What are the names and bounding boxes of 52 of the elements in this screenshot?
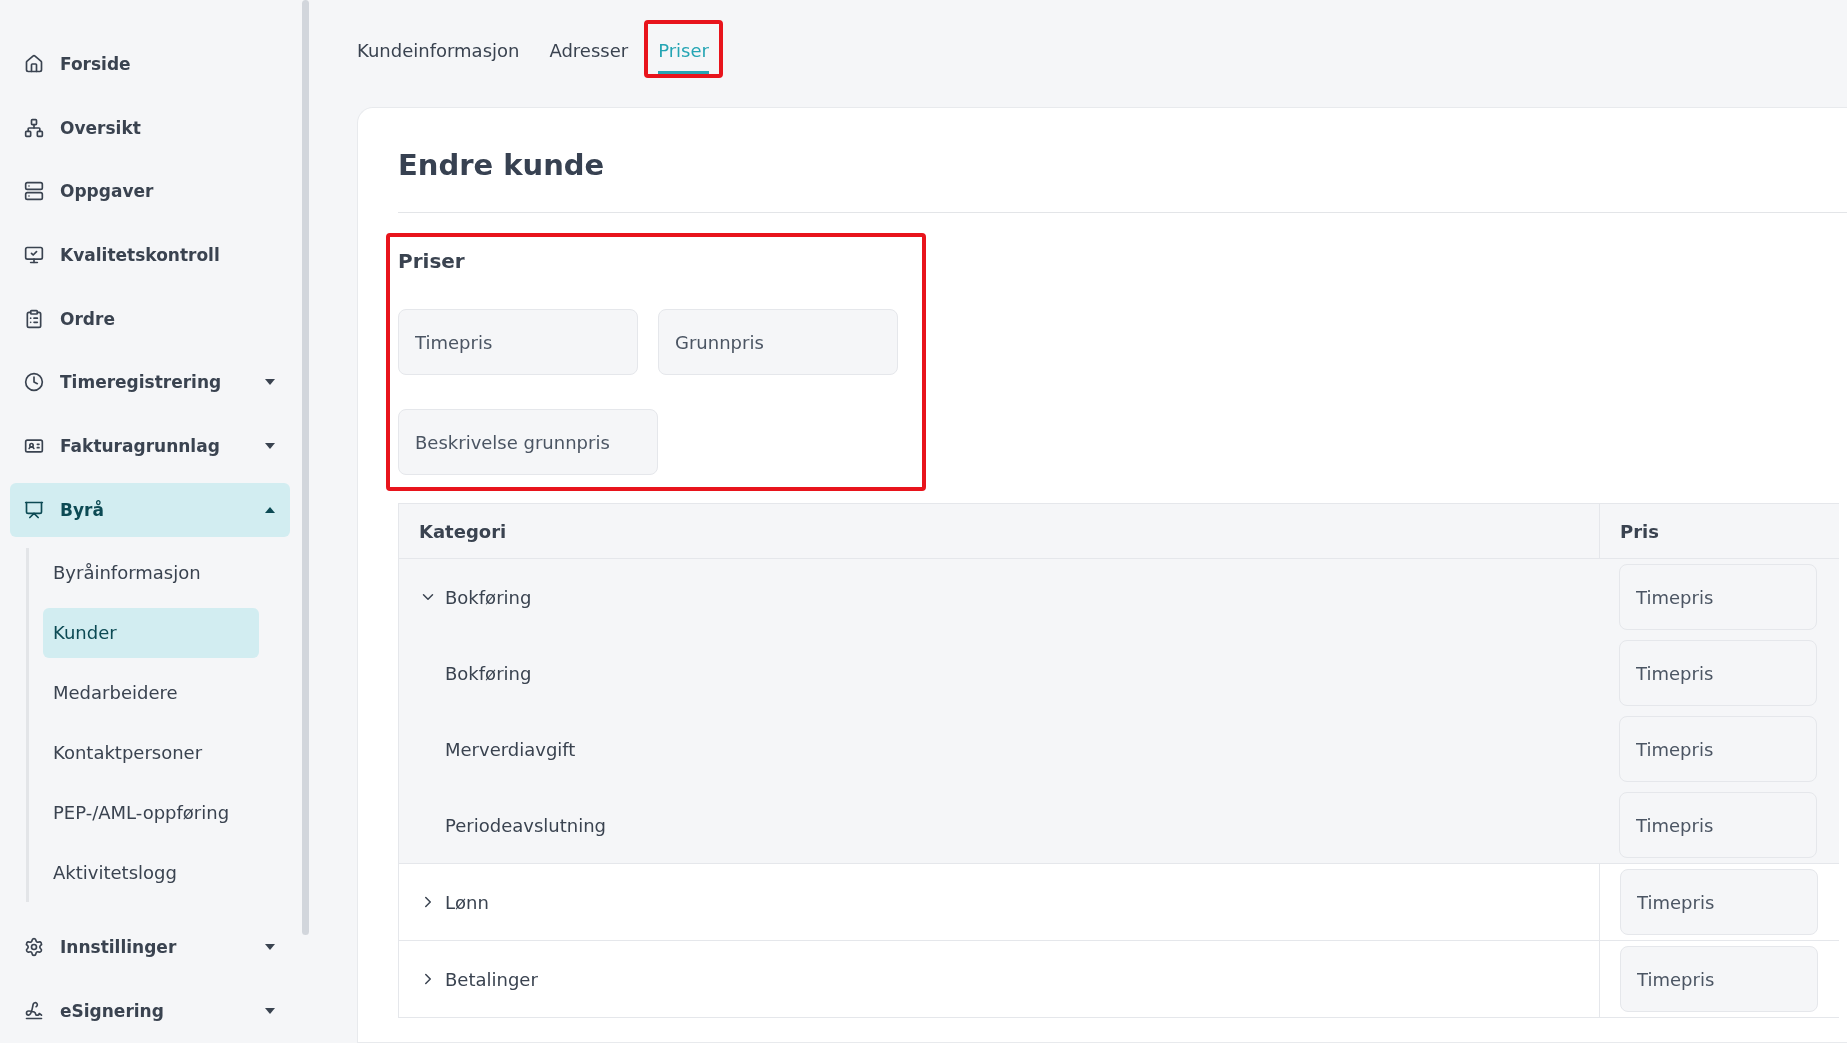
column-header: Pris — [1599, 504, 1839, 558]
column-header: Kategori — [399, 504, 1599, 558]
sidebar-item[interactable]: Innstillinger — [10, 920, 290, 975]
caret-icon — [264, 943, 276, 952]
sidebar-subitem[interactable]: Kontaktpersoner — [43, 727, 259, 778]
nav-icon — [24, 117, 44, 138]
tab[interactable]: Adresser — [549, 24, 629, 74]
caret-icon — [264, 378, 276, 387]
nav-icon — [24, 181, 44, 202]
nav-icon — [24, 937, 44, 958]
sidebar-item[interactable]: Fakturagrunnlag — [10, 419, 290, 473]
price-input[interactable]: Timepris — [1619, 564, 1817, 630]
price-input[interactable]: Timepris — [1619, 640, 1817, 706]
sidebar-item[interactable]: eSignering — [10, 984, 290, 1039]
price-field[interactable]: Grunnpris — [658, 309, 898, 375]
sidebar-item[interactable]: Oppgaver — [10, 164, 290, 219]
scrollbar[interactable] — [302, 0, 309, 935]
category-label: Lønn — [445, 891, 489, 913]
price-input[interactable]: Timepris — [1620, 869, 1818, 935]
category-label: Bokføring — [445, 586, 532, 608]
sidebar-subitem[interactable]: Medarbeidere — [43, 667, 259, 718]
sidebar-subitem[interactable]: Byråinformasjon — [43, 547, 259, 598]
category-label: Periodeavslutning — [445, 814, 606, 836]
price-input[interactable]: Timepris — [1619, 716, 1817, 782]
sidebar-item[interactable]: Forside — [10, 37, 290, 91]
sidebar-item[interactable]: Timeregistrering — [10, 355, 290, 410]
nav-icon — [24, 308, 44, 329]
nav-icon — [24, 1001, 44, 1022]
nav-icon — [24, 372, 44, 393]
sidebar-item[interactable]: Byrå — [10, 482, 290, 537]
nav-icon — [24, 53, 44, 74]
nav-icon — [24, 244, 44, 265]
category-label: Betalinger — [445, 968, 538, 990]
nav-icon — [24, 499, 44, 520]
sidebar-subitem[interactable]: Kunder — [43, 607, 259, 658]
price-input[interactable]: Timepris — [1620, 946, 1818, 1012]
caret-icon — [264, 1007, 276, 1016]
tab[interactable]: Kundeinformasjon — [357, 24, 520, 74]
sidebar-item[interactable]: Oversikt — [10, 100, 290, 155]
category-label: Merverdiavgift — [445, 738, 576, 760]
category-label: Bokføring — [445, 662, 532, 684]
sidebar-subitem[interactable]: Aktivitetslogg — [43, 847, 259, 898]
sidebar-subitem[interactable]: PEP-/AML-oppføring — [43, 787, 259, 838]
section-heading: Priser — [398, 249, 466, 273]
page-title: Endre kunde — [398, 148, 1847, 213]
price-field[interactable]: Beskrivelse grunnpris — [398, 409, 658, 475]
caret-icon — [264, 505, 276, 514]
sidebar-item[interactable]: Kvalitetskontroll — [10, 228, 290, 282]
sidebar-item[interactable]: Ordre — [10, 291, 290, 346]
caret-icon — [264, 442, 276, 451]
price-field[interactable]: Timepris — [398, 309, 638, 375]
price-input[interactable]: Timepris — [1619, 792, 1817, 858]
